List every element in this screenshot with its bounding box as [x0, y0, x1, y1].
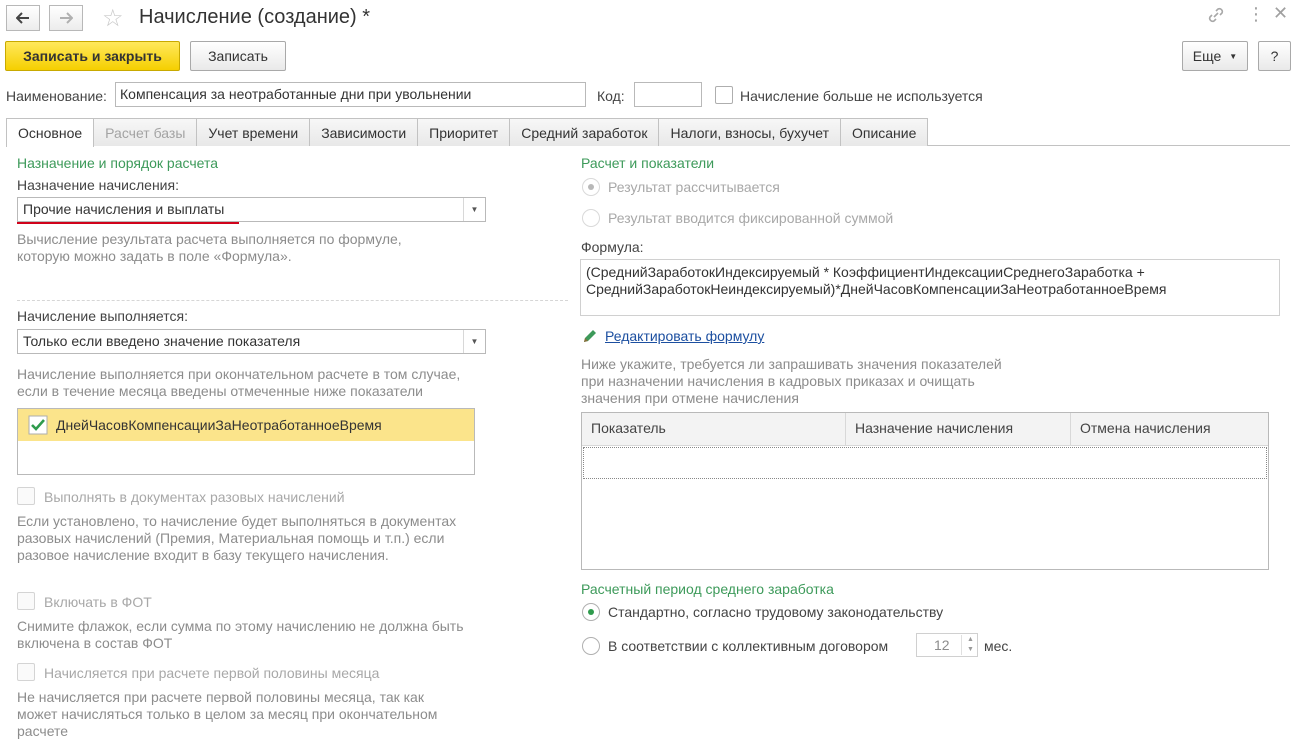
radio-standard-label: Стандартно, согласно трудовому законодат…	[608, 604, 944, 620]
radio-collective-label: В соответствии с коллективным договором	[608, 638, 889, 654]
tab-description[interactable]: Описание	[839, 118, 929, 146]
favorite-star-icon[interactable]: ☆	[102, 4, 124, 33]
tab-priority[interactable]: Приоритет	[417, 118, 511, 146]
tab-base-calc[interactable]: Расчет базы	[93, 118, 198, 146]
column-header-cancel[interactable]: Отмена начисления	[1071, 413, 1268, 445]
radio-standard[interactable]	[582, 603, 600, 621]
purpose-label: Назначение начисления:	[17, 177, 179, 193]
chevron-down-icon: ▼	[1229, 51, 1238, 61]
formula-line-2: СреднийЗаработокНеиндексируемый)*ДнейЧас…	[586, 281, 1167, 297]
radio-calculated[interactable]	[582, 178, 600, 196]
chevron-down-icon[interactable]: ▼	[463, 330, 485, 353]
radio-collective[interactable]	[582, 637, 600, 655]
radio-dot	[588, 609, 594, 615]
indicators-hint: Ниже укажите, требуется ли запрашивать з…	[581, 356, 1002, 406]
tab-taxes[interactable]: Налоги, взносы, бухучет	[658, 118, 841, 146]
save-and-close-button[interactable]: Записать и закрыть	[5, 41, 180, 71]
one-time-checkbox[interactable]	[17, 487, 35, 505]
tab-dependencies[interactable]: Зависимости	[309, 118, 419, 146]
left-group-title: Назначение и порядок расчета	[17, 155, 219, 171]
stepper-arrows-icon[interactable]: ▲ ▼	[961, 635, 974, 655]
first-half-label: Начисляется при расчете первой половины …	[44, 665, 380, 681]
name-label: Наименование:	[6, 88, 107, 104]
purpose-value: Прочие начисления и выплаты	[23, 201, 225, 217]
one-time-label: Выполнять в документах разовых начислени…	[44, 489, 345, 505]
fot-hint: Снимите флажок, если сумма по этому начи…	[17, 618, 464, 651]
right-group-title: Расчет и показатели	[581, 155, 715, 171]
purpose-hint: Вычисление результата расчета выполняетс…	[17, 231, 402, 264]
tab-average-earnings[interactable]: Средний заработок	[509, 118, 660, 146]
name-field[interactable]: Компенсация за неотработанные дни при ув…	[115, 82, 586, 107]
performed-label: Начисление выполняется:	[17, 308, 188, 324]
formula-line-1: (СреднийЗаработокИндексируемый * Коэффиц…	[586, 264, 1145, 280]
table-row[interactable]	[583, 447, 1267, 479]
more-label: Еще	[1192, 48, 1222, 64]
help-button[interactable]: ?	[1258, 41, 1291, 71]
formula-label: Формула:	[581, 239, 644, 255]
purpose-select[interactable]: Прочие начисления и выплаты ▼	[17, 197, 486, 222]
formula-field[interactable]: (СреднийЗаработокИндексируемый * Коэффиц…	[580, 259, 1280, 316]
first-half-hint: Не начисляется при расчете первой полови…	[17, 689, 438, 739]
radio-fixed[interactable]	[582, 209, 600, 227]
unused-label: Начисление больше не используется	[740, 88, 983, 104]
months-stepper[interactable]: 12 ▲ ▼	[916, 633, 978, 657]
pencil-icon	[584, 330, 596, 342]
tab-time-accounting[interactable]: Учет времени	[196, 118, 311, 146]
table-header-line	[582, 445, 1268, 446]
indicators-list[interactable]: ДнейЧасовКомпенсацииЗаНеотработанноеВрем…	[17, 408, 475, 475]
months-value: 12	[934, 637, 950, 653]
code-field[interactable]	[634, 82, 702, 107]
column-header-purpose[interactable]: Назначение начисления	[846, 413, 1071, 445]
divider	[17, 300, 568, 301]
page-title: Начисление (создание) *	[139, 6, 371, 28]
back-button[interactable]	[6, 5, 40, 31]
more-button[interactable]: Еще ▼	[1182, 41, 1248, 71]
avg-period-title: Расчетный период среднего заработка	[581, 581, 834, 597]
indicator-item-label: ДнейЧасовКомпенсацииЗаНеотработанноеВрем…	[56, 417, 382, 433]
months-unit-label: мес.	[984, 638, 1013, 654]
fot-label: Включать в ФОТ	[44, 594, 152, 610]
tab-main[interactable]: Основное	[6, 118, 95, 147]
fot-checkbox[interactable]	[17, 592, 35, 610]
one-time-hint: Если установлено, то начисление будет вы…	[17, 513, 457, 563]
indicators-table[interactable]: Показатель Назначение начисления Отмена …	[581, 412, 1269, 570]
forward-button[interactable]	[49, 5, 83, 31]
performed-value: Только если введено значение показателя	[23, 333, 301, 349]
edit-formula-link[interactable]: Редактировать формулу	[605, 328, 764, 344]
radio-calculated-label: Результат рассчитывается	[608, 179, 780, 195]
red-underline	[17, 222, 239, 224]
arrow-right-icon	[60, 12, 73, 24]
checkmark-icon[interactable]	[28, 415, 48, 435]
close-icon[interactable]: ✕	[1273, 3, 1288, 24]
more-vertical-icon[interactable]: ⋮	[1247, 4, 1265, 25]
unused-checkbox[interactable]	[715, 86, 733, 104]
tab-bar: Основное Расчет базы Учет времени Зависи…	[6, 118, 929, 147]
column-header-indicator[interactable]: Показатель	[582, 413, 846, 445]
list-item[interactable]: ДнейЧасовКомпенсацииЗаНеотработанноеВрем…	[18, 409, 474, 441]
link-icon[interactable]	[1207, 6, 1225, 29]
chevron-down-icon[interactable]: ▼	[463, 198, 485, 221]
radio-fixed-label: Результат вводится фиксированной суммой	[608, 210, 894, 226]
performed-hint: Начисление выполняется при окончательном…	[17, 366, 461, 399]
radio-dot	[588, 184, 594, 190]
code-label: Код:	[597, 88, 625, 104]
save-button[interactable]: Записать	[190, 41, 286, 71]
arrow-left-icon	[16, 12, 29, 24]
first-half-checkbox[interactable]	[17, 663, 35, 681]
performed-select[interactable]: Только если введено значение показателя …	[17, 329, 486, 354]
